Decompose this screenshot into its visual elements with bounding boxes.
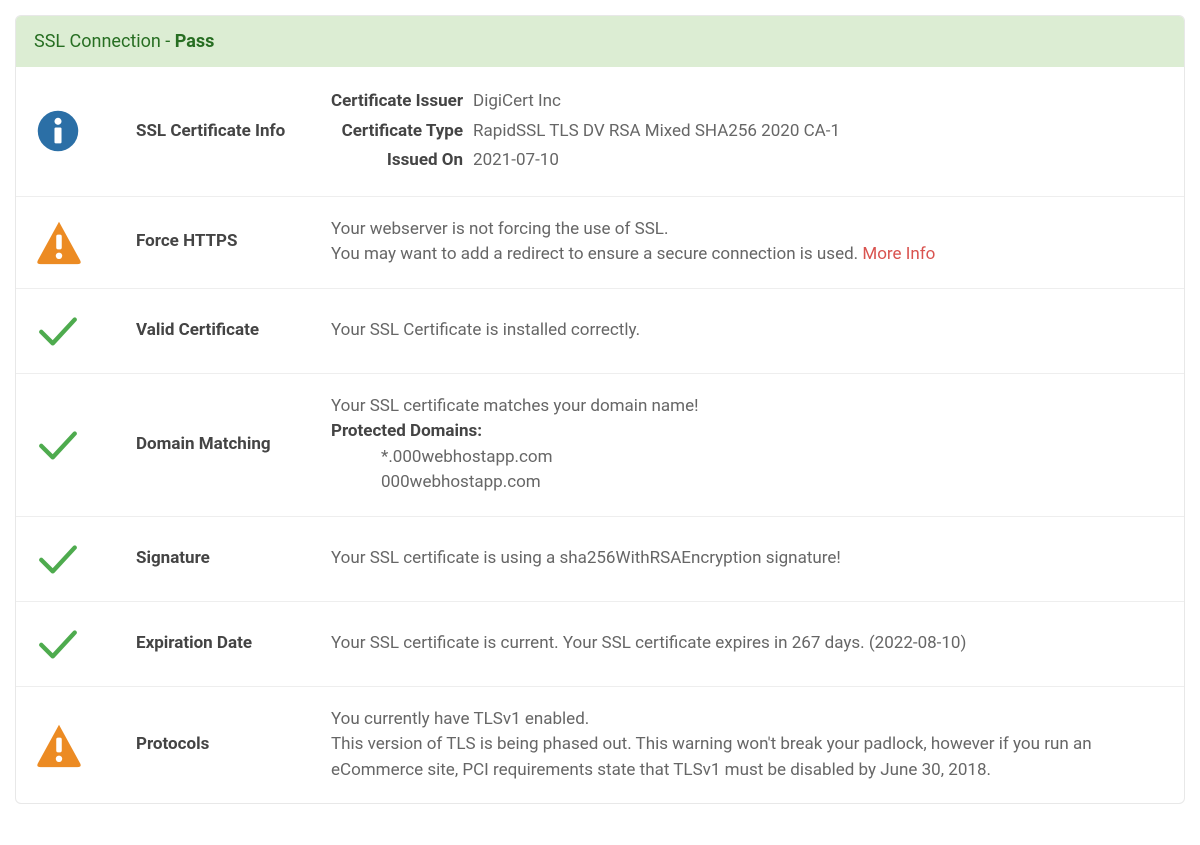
row-domain-matching: Domain Matching Your SSL certificate mat… <box>16 374 1184 517</box>
panel-header: SSL Connection - Pass <box>16 16 1184 67</box>
check-icon <box>36 622 80 666</box>
label-cert-info: SSL Certificate Info <box>136 119 331 145</box>
protected-domain-1: *.000webhostapp.com <box>331 445 1169 471</box>
protocols-line1: You currently have TLSv1 enabled. <box>331 707 1169 733</box>
check-icon <box>36 423 80 467</box>
force-https-line2: You may want to add a redirect to ensure… <box>331 242 1169 268</box>
label-protocols: Protocols <box>136 732 331 758</box>
icon-cell <box>36 423 136 467</box>
row-valid-cert: Valid Certificate Your SSL Certificate i… <box>16 289 1184 374</box>
protected-domain-2: 000webhostapp.com <box>331 470 1169 496</box>
check-icon <box>36 309 80 353</box>
warning-icon <box>36 219 82 265</box>
content-signature: Your SSL certificate is using a sha256Wi… <box>331 546 1169 572</box>
icon-cell <box>36 722 136 768</box>
row-cert-info: SSL Certificate Info Certificate Issuer … <box>16 67 1184 197</box>
protocols-line2: This version of TLS is being phased out.… <box>331 732 1169 783</box>
cert-issued-label: Issued On <box>331 146 473 176</box>
content-force-https: Your webserver is not forcing the use of… <box>331 217 1169 268</box>
label-valid-cert: Valid Certificate <box>136 318 331 344</box>
info-icon <box>36 109 80 153</box>
ssl-panel: SSL Connection - Pass SSL Certificate In… <box>15 15 1185 804</box>
content-valid-cert: Your SSL Certificate is installed correc… <box>331 318 1169 344</box>
row-signature: Signature Your SSL certificate is using … <box>16 517 1184 602</box>
cert-issuer-value: DigiCert Inc <box>473 87 840 117</box>
cert-type-label: Certificate Type <box>331 117 473 147</box>
content-expiration: Your SSL certificate is current. Your SS… <box>331 631 1169 657</box>
icon-cell <box>36 622 136 666</box>
protected-domains-head: Protected Domains: <box>331 419 1169 445</box>
icon-cell <box>36 537 136 581</box>
row-protocols: Protocols You currently have TLSv1 enabl… <box>16 687 1184 804</box>
cert-type-value: RapidSSL TLS DV RSA Mixed SHA256 2020 CA… <box>473 117 840 147</box>
content-cert-info: Certificate Issuer DigiCert Inc Certific… <box>331 87 1169 176</box>
header-status: Pass <box>175 31 215 52</box>
row-force-https: Force HTTPS Your webserver is not forcin… <box>16 197 1184 289</box>
cert-issuer-label: Certificate Issuer <box>331 87 473 117</box>
label-signature: Signature <box>136 546 331 572</box>
content-protocols: You currently have TLSv1 enabled. This v… <box>331 707 1169 784</box>
more-info-link[interactable]: More Info <box>862 244 935 264</box>
label-force-https: Force HTTPS <box>136 229 331 255</box>
content-domain-matching: Your SSL certificate matches your domain… <box>331 394 1169 496</box>
force-https-line1: Your webserver is not forcing the use of… <box>331 217 1169 243</box>
header-prefix: SSL Connection - <box>34 31 175 52</box>
icon-cell <box>36 109 136 153</box>
label-expiration: Expiration Date <box>136 631 331 657</box>
row-expiration: Expiration Date Your SSL certificate is … <box>16 602 1184 687</box>
icon-cell <box>36 219 136 265</box>
warning-icon <box>36 722 82 768</box>
label-domain-matching: Domain Matching <box>136 432 331 458</box>
domain-match-line1: Your SSL certificate matches your domain… <box>331 394 1169 420</box>
check-icon <box>36 537 80 581</box>
icon-cell <box>36 309 136 353</box>
cert-issued-value: 2021-07-10 <box>473 146 840 176</box>
